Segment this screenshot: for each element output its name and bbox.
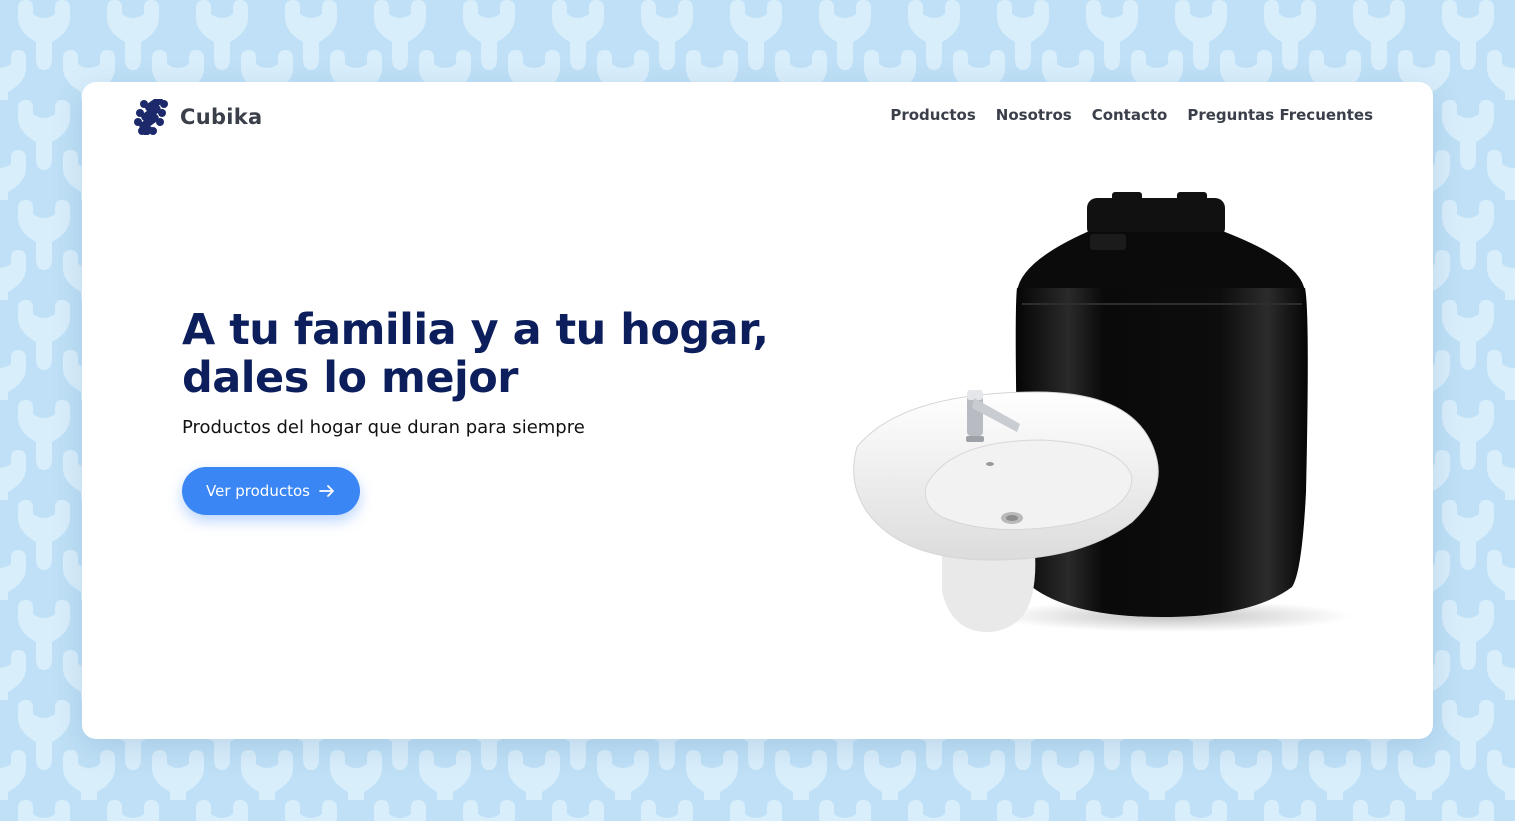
main-nav: Productos Nosotros Contacto Preguntas Fr… <box>890 106 1373 124</box>
hero-card: Cubika Productos Nosotros Contacto Pregu… <box>82 82 1433 739</box>
nav-item-preguntas-frecuentes[interactable]: Preguntas Frecuentes <box>1187 106 1373 124</box>
cubika-logo-icon <box>134 99 168 135</box>
nav-item-productos[interactable]: Productos <box>890 106 975 124</box>
nav-item-contacto[interactable]: Contacto <box>1092 106 1168 124</box>
hero-title: A tu familia y a tu hogar, dales lo mejo… <box>182 306 822 402</box>
brand-name: Cubika <box>180 105 263 129</box>
water-tank-and-sink-image <box>853 192 1352 632</box>
brand-logo[interactable]: Cubika <box>134 99 263 135</box>
arrow-right-icon <box>319 485 334 497</box>
hero-title-line-1: A tu familia y a tu hogar, <box>182 305 769 355</box>
hero-subtitle: Productos del hogar que duran para siemp… <box>182 417 585 438</box>
view-products-button[interactable]: Ver productos <box>182 467 360 515</box>
view-products-label: Ver productos <box>206 482 310 500</box>
hero-title-line-2: dales lo mejor <box>182 353 518 403</box>
nav-item-nosotros[interactable]: Nosotros <box>996 106 1072 124</box>
